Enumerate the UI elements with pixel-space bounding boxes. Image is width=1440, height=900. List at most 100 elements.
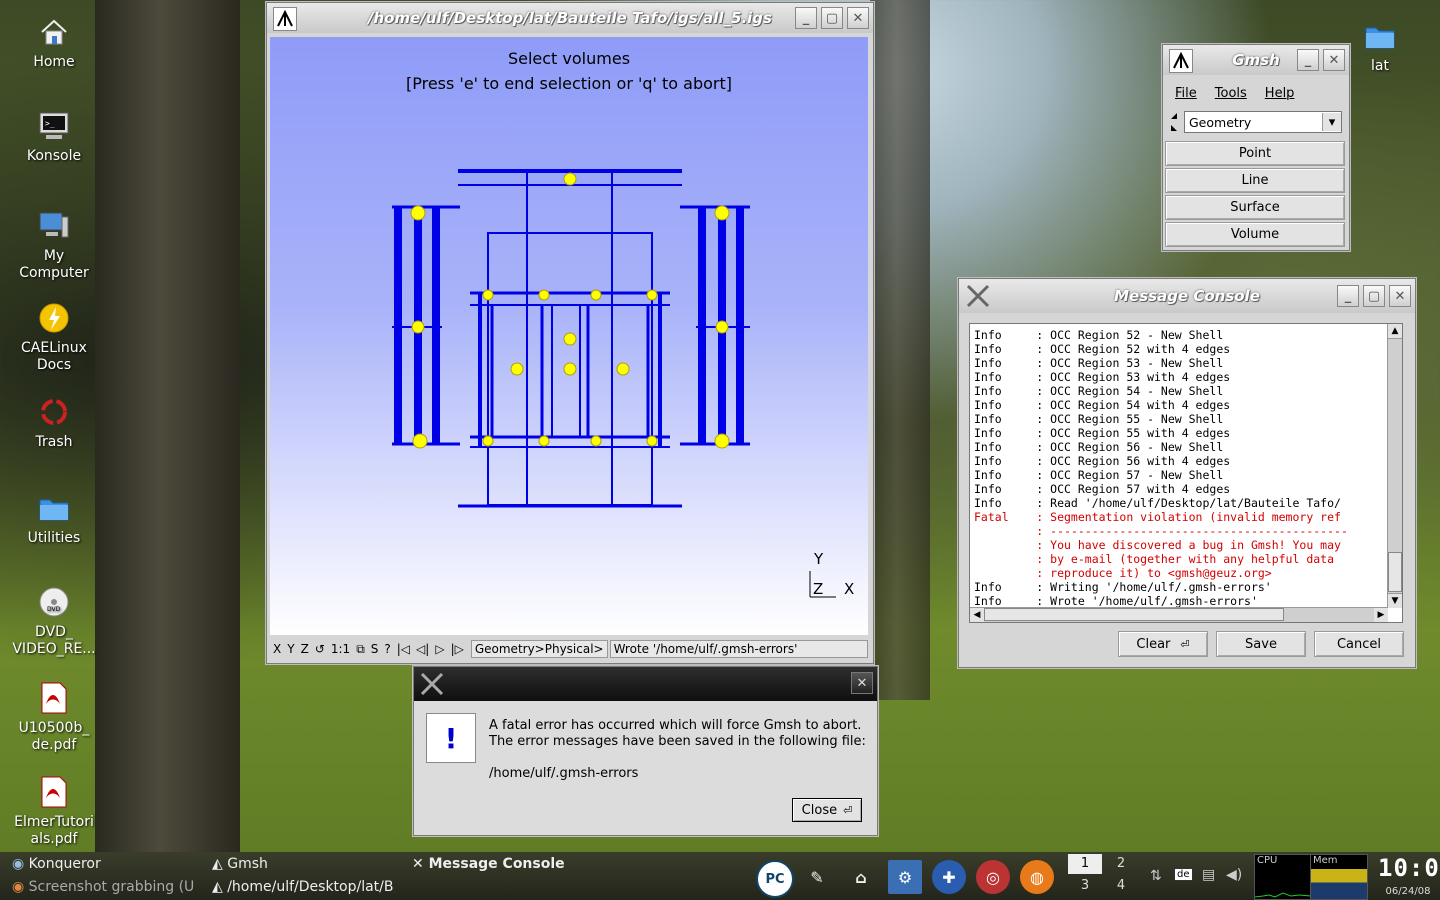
task-label: Gmsh [227,856,268,872]
desktop-icon[interactable]: U10500b_ de.pdf [0,680,108,754]
pc-launcher-icon[interactable]: PC [756,860,794,898]
close-icon[interactable]: ✕ [847,7,869,29]
clipboard-icon[interactable]: ▤ [1202,867,1215,883]
console-line: Info : OCC Region 57 - New Shell [974,468,1224,482]
view-button[interactable]: ↺ [312,642,328,657]
module-select[interactable]: Geometry ▾ [1184,111,1342,133]
scroll-down-icon[interactable]: ▼ [1388,593,1402,608]
view-button[interactable]: ◁| [413,642,432,657]
pager-desktop-4[interactable]: 4 [1104,876,1138,896]
desktop-icon[interactable]: Home [0,14,108,71]
tree-trunk [870,0,930,700]
view-button[interactable]: 1:1 [328,642,353,657]
line-button[interactable]: Line [1165,168,1345,193]
cancel-button[interactable]: Cancel [1314,631,1404,657]
scroll-right-icon[interactable]: ▶ [1374,608,1388,622]
save-button[interactable]: Save [1216,631,1306,657]
close-icon[interactable]: ✕ [851,672,873,694]
alert-icon: ! [426,713,476,763]
network-icon[interactable]: ⇅ [1150,868,1162,884]
svg-text:>_: >_ [45,119,55,128]
maximize-icon[interactable]: ▢ [1363,285,1385,307]
cpu-monitor[interactable]: CPU [1254,854,1312,900]
camera-icon: ◉ [12,879,29,895]
close-icon[interactable]: ✕ [1323,49,1345,71]
task-gmsh[interactable]: ◭ Gmsh [212,856,402,872]
vertical-scrollbar[interactable]: ▲ ▼ [1387,324,1402,608]
maximize-icon[interactable]: ▢ [821,7,843,29]
view-button[interactable]: Z [298,642,312,657]
menu-item-file[interactable]: File [1165,86,1205,101]
desktop-icon[interactable]: DVD DVD_ VIDEO_RE... [0,584,108,658]
scrollbar-thumb[interactable] [984,608,1284,621]
help-launcher-icon[interactable]: ◎ [976,860,1010,894]
status-context[interactable]: Geometry>Physical> [470,640,608,658]
view-button[interactable]: ▷ [432,642,447,657]
horizontal-scrollbar[interactable]: ◀ ▶ [970,607,1388,622]
scroll-up-icon[interactable]: ▲ [1388,324,1402,339]
graphics-window-titlebar[interactable]: /home/ulf/Desktop/lat/Bauteile Tafo/igs/… [267,3,873,33]
pager-desktop-3[interactable]: 3 [1068,876,1102,896]
status-message: Wrote '/home/ulf/.gmsh-errors' [609,640,868,658]
date: 06/24/08 [1385,886,1431,897]
gmsh-menu-titlebar[interactable]: Gmsh _ ✕ [1163,45,1349,75]
volume-button[interactable]: Volume [1165,222,1345,247]
clock[interactable]: 10:08 [1378,854,1440,882]
desktop-icon[interactable]: ElmerTutori als.pdf [0,774,108,848]
gmsh-menu-window[interactable]: Gmsh _ ✕ File Tools Help Geometry ▾ Point L… [1162,44,1350,251]
tools-launcher-icon[interactable]: ✚ [932,860,966,894]
close-icon[interactable]: ✕ [1389,285,1411,307]
view-button[interactable]: S [368,642,382,657]
desktop-icon[interactable]: My Computer [0,208,108,282]
menu-item-help[interactable]: Help [1255,86,1303,101]
chevron-down-icon[interactable]: ▾ [1322,113,1341,131]
desktop-icon[interactable]: >_ Konsole [0,108,108,165]
view-button[interactable]: ⧉ [353,642,368,657]
pager-desktop-1[interactable]: 1 [1068,854,1102,874]
desktop-icon[interactable]: CAELinux Docs [0,300,108,374]
console-log[interactable]: Info : OCC Region 52 - New Shell Info : O… [969,323,1403,623]
task-konqueror-path[interactable]: ◭ /home/ulf/Desktop/lat/B [212,879,404,895]
point-button[interactable]: Point [1165,141,1345,166]
console-line: : reproduce it) to <gmsh@geuz.org> [974,566,1272,580]
console-titlebar[interactable]: Message Console _ ▢ ✕ [959,279,1415,313]
view-button[interactable]: X [270,642,284,657]
message-console-window[interactable]: Message Console _ ▢ ✕ Info : OCC Region … [958,278,1416,668]
home-icon [36,14,72,50]
surface-button[interactable]: Surface [1165,195,1345,220]
editor-launcher-icon[interactable]: ✎ [800,860,834,894]
desktop-icon[interactable]: Utilities [0,490,108,547]
close-button[interactable]: Close ⏎ [792,798,862,822]
memory-monitor[interactable]: Mem [1310,854,1368,900]
task-konqueror[interactable]: ◉ Konqueror [12,856,202,872]
desktop-icon-label: U10500b_ de.pdf [18,720,90,753]
error-dialog[interactable]: ✕ ! A fatal error has occurred which wil… [413,666,878,836]
error-dialog-titlebar[interactable]: ✕ [414,667,877,701]
minimize-icon[interactable]: _ [795,7,817,29]
view-button[interactable]: Y [284,642,297,657]
console-line: Info : OCC Region 55 - New Shell [974,412,1224,426]
menu-item-tools[interactable]: Tools [1205,86,1255,101]
scroll-left-icon[interactable]: ◀ [970,608,984,622]
settings-launcher-icon[interactable]: ⚙ [888,860,922,894]
minimize-icon[interactable]: _ [1337,285,1359,307]
task-message-console[interactable]: ✕ Message Console [412,856,612,872]
graphics-viewport[interactable]: Select volumes [Press 'e' to end selecti… [270,37,868,635]
home-launcher-icon[interactable]: ⌂ [844,860,878,894]
view-button[interactable]: ? [381,642,393,657]
desktop-icon[interactable]: Trash [0,394,108,451]
task-screenshot[interactable]: ◉ Screenshot grabbing (U [12,879,202,895]
scrollbar-thumb[interactable] [1388,552,1402,592]
volume-icon[interactable]: ◀) [1226,867,1242,883]
clear-button[interactable]: Clear ⏎ [1118,631,1208,657]
keyboard-layout[interactable]: de [1174,868,1193,881]
firefox-launcher-icon[interactable]: ◍ [1020,860,1054,894]
pager-desktop-2[interactable]: 2 [1104,854,1138,874]
module-select-value: Geometry [1189,114,1252,130]
graphics-window[interactable]: /home/ulf/Desktop/lat/Bauteile Tafo/igs/… [266,2,874,664]
view-button[interactable]: |◁ [394,642,413,657]
module-nav-icon[interactable] [1169,111,1179,135]
geometry-model[interactable] [270,37,868,635]
minimize-icon[interactable]: _ [1297,49,1319,71]
view-button[interactable]: |▷ [448,642,467,657]
